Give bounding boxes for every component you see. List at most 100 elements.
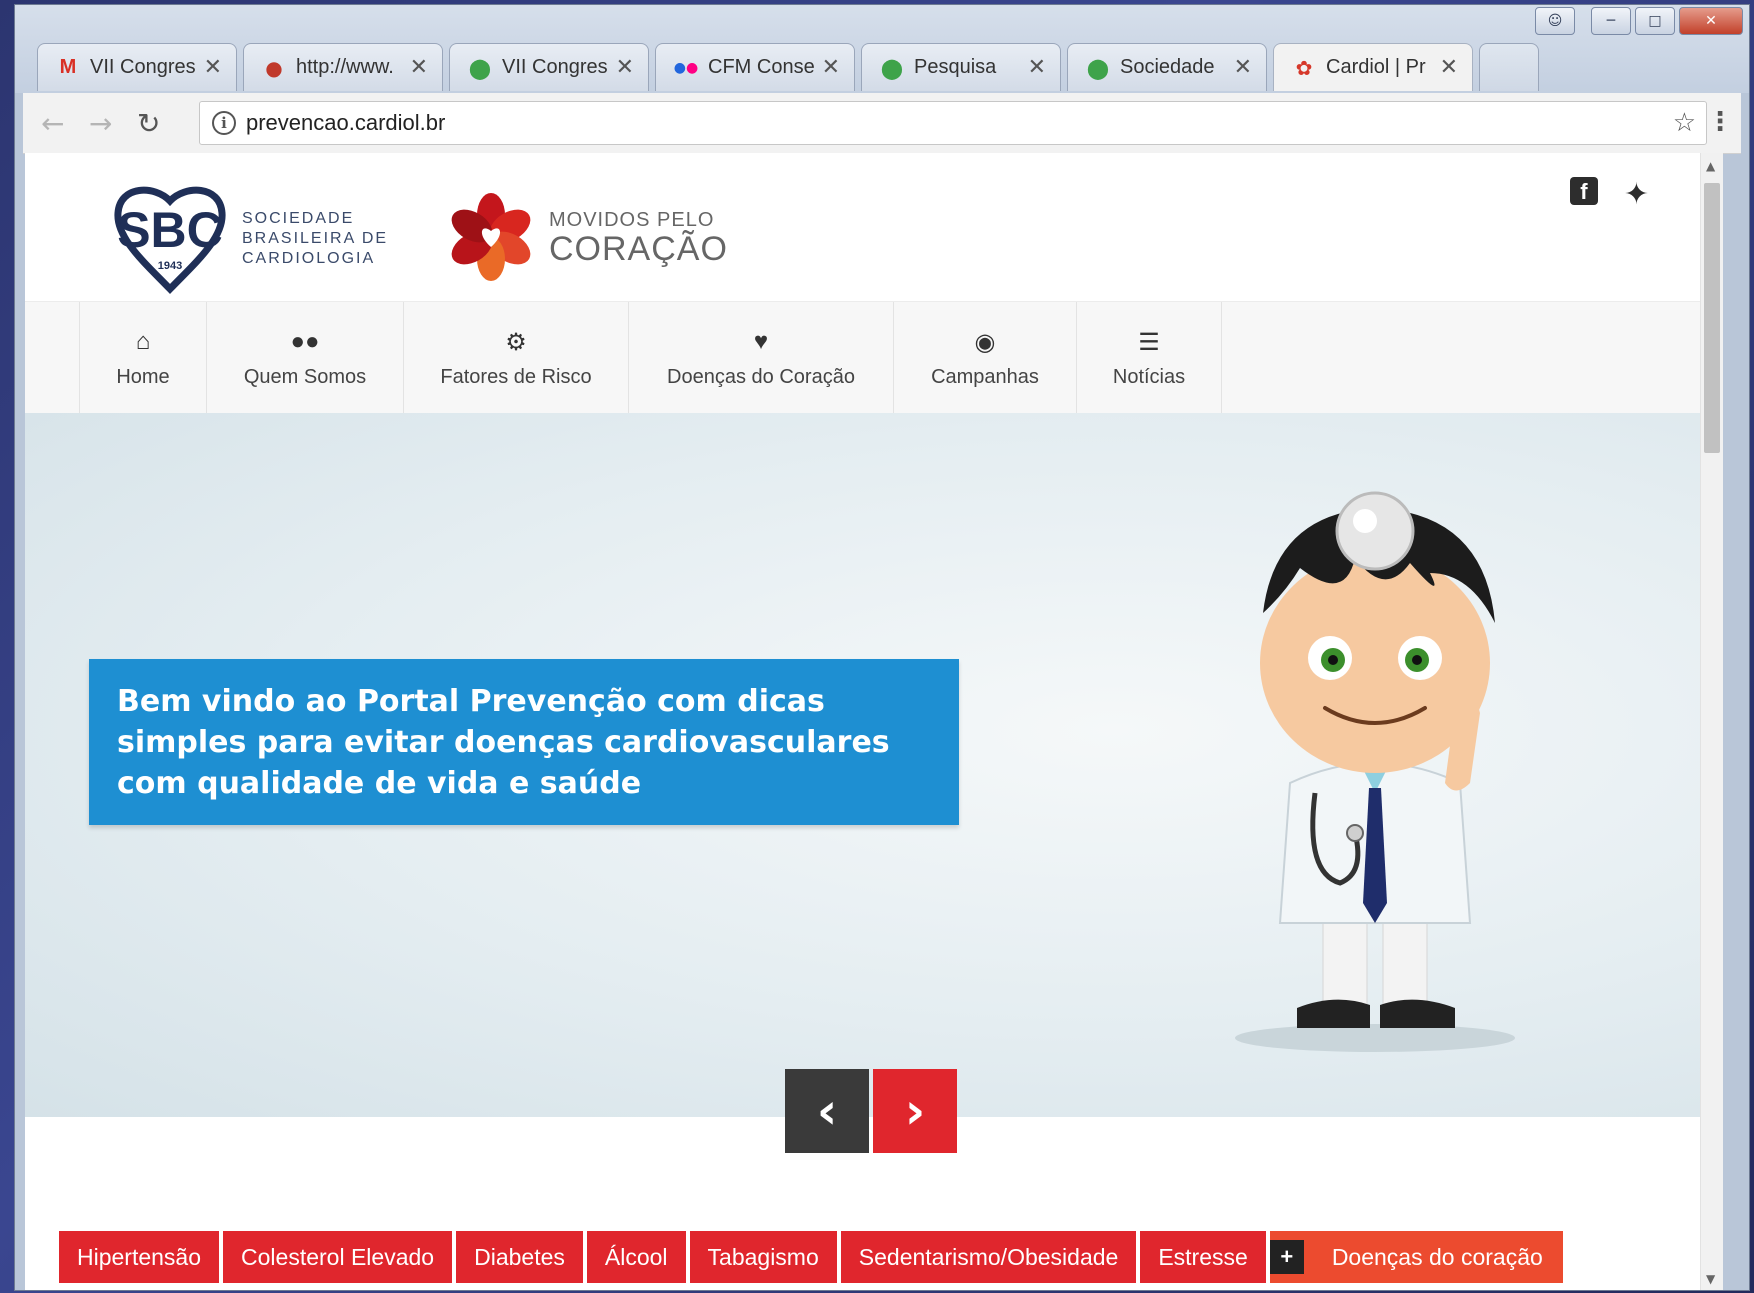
plus-icon: + <box>1269 1240 1304 1274</box>
sbc-line-1: SOCIEDADE <box>242 210 355 227</box>
nav-item-fatores-de-risco[interactable]: ⚙ Fatores de Risco <box>403 302 628 414</box>
close-tab-icon[interactable]: ✕ <box>822 55 840 80</box>
sbc-logo[interactable]: SBC 1943 SOCIEDADE BRASILEIRA DE CARDIOL… <box>110 183 388 295</box>
nav-item-noticias[interactable]: ☰ Notícias <box>1076 302 1222 414</box>
nav-label: Campanhas <box>931 365 1039 388</box>
movidos-pelo-coracao-logo[interactable]: MOVIDOS PELO CORAÇÃO <box>445 191 728 283</box>
category-button[interactable]: Estresse <box>1140 1231 1266 1283</box>
campaign-line-2: CORAÇÃO <box>549 229 728 268</box>
hero-slider: Bem vindo ao Portal Prevenção com dicas … <box>25 413 1701 1117</box>
category-button[interactable]: Tabagismo <box>689 1231 837 1283</box>
category-button[interactable]: Diabetes <box>456 1231 583 1283</box>
nav-label: Quem Somos <box>243 365 367 388</box>
tab-title: http://www. <box>296 56 394 78</box>
tab[interactable]: M VII Congres ✕ <box>37 43 237 91</box>
slider-prev-button[interactable]: ‹ <box>785 1069 869 1153</box>
nav-item-home[interactable]: ⌂ Home <box>79 302 206 414</box>
tab[interactable]: ⬤ VII Congres ✕ <box>449 43 649 91</box>
scroll-thumb[interactable] <box>1704 183 1720 453</box>
tab-strip: M VII Congres ✕ ● http://www. ✕ ⬤ VII Co… <box>37 43 1545 91</box>
close-tab-icon[interactable]: ✕ <box>1028 55 1046 80</box>
tab[interactable]: ● ● CFM Conse ✕ <box>655 43 855 91</box>
tab-title: CFM Conse <box>708 56 815 78</box>
sbc-year: 1943 <box>158 260 182 272</box>
close-tab-icon[interactable]: ✕ <box>410 55 428 80</box>
new-tab-button[interactable] <box>1479 43 1539 91</box>
address-bar[interactable]: i prevencao.cardiol.br ☆ <box>199 101 1707 145</box>
gears-icon: ⚙ <box>505 328 527 356</box>
bookmark-star-icon[interactable]: ☆ <box>1673 108 1696 138</box>
more-category-button[interactable]: + Doenças do coração <box>1269 1231 1563 1283</box>
nav-label: Notícias <box>1112 365 1186 388</box>
nav-items: ⌂ Home ●● Quem Somos ⚙ Fatores de Risco … <box>79 302 1222 414</box>
tab[interactable]: ⬤ Sociedade ✕ <box>1067 43 1267 91</box>
flower-heart-icon: ✿ <box>1295 55 1313 80</box>
scroll-down-icon[interactable]: ▼ <box>1706 1272 1715 1286</box>
close-tab-icon[interactable]: ✕ <box>1440 55 1458 80</box>
tab-active[interactable]: ✿ Cardiol | Pr ✕ <box>1273 43 1473 91</box>
category-button[interactable]: Hipertensão <box>59 1231 220 1283</box>
forward-arrow-icon[interactable]: → <box>89 107 112 140</box>
more-category-label: Doenças do coração <box>1331 1243 1543 1270</box>
browser-window: ☺ ─ □ ✕ M VII Congres ✕ ● http://www. ✕ … <box>14 4 1750 1291</box>
twitter-icon[interactable]: ✦ <box>1624 177 1649 212</box>
category-button[interactable]: Sedentarismo/Obesidade <box>840 1231 1137 1283</box>
tab-title: VII Congres <box>502 56 608 78</box>
category-button[interactable]: Colesterol Elevado <box>223 1231 453 1283</box>
profile-icon: ● <box>265 55 283 80</box>
nav-label: Doenças do Coração <box>667 365 855 388</box>
facebook-icon[interactable]: f <box>1569 177 1598 205</box>
title-bar: ☺ ─ □ ✕ M VII Congres ✕ ● http://www. ✕ … <box>15 5 1749 93</box>
social-links: f ✦ <box>1569 177 1649 212</box>
nav-label: Home <box>116 365 170 388</box>
shield-icon: ⬤ <box>1086 55 1110 80</box>
close-tab-icon[interactable]: ✕ <box>1234 55 1252 80</box>
doctor-illustration <box>1205 453 1545 1057</box>
sbc-name: SOCIEDADE BRASILEIRA DE CARDIOLOGIA <box>242 209 388 269</box>
flickr-icon: ● ● <box>673 59 699 76</box>
sbc-line-2: BRASILEIRA DE <box>242 230 389 247</box>
gmail-icon: M <box>59 56 77 78</box>
tab[interactable]: ● http://www. ✕ <box>243 43 443 91</box>
maximize-button[interactable]: □ <box>1635 7 1675 35</box>
window-controls: ☺ ─ □ ✕ <box>1535 7 1743 35</box>
list-icon: ☰ <box>1138 328 1160 356</box>
sbc-line-3: CARDIOLOGIA <box>242 250 376 267</box>
close-tab-icon[interactable]: ✕ <box>204 55 222 80</box>
shield-icon: ⬤ <box>468 55 492 80</box>
profile-button[interactable]: ☺ <box>1535 7 1575 35</box>
vertical-scrollbar[interactable]: ▲ ▼ <box>1700 153 1723 1290</box>
home-icon: ⌂ <box>135 327 151 355</box>
tab[interactable]: ⬤ Pesquisa ✕ <box>861 43 1061 91</box>
chevron-left-icon: ‹ <box>816 1082 838 1140</box>
tab-title: Pesquisa <box>914 56 997 78</box>
hero-message: Bem vindo ao Portal Prevenção com dicas … <box>89 659 959 825</box>
browser-toolbar: ← → ↻ i prevencao.cardiol.br ☆ ⋮ <box>23 93 1741 154</box>
close-tab-icon[interactable]: ✕ <box>616 55 634 80</box>
scroll-up-icon[interactable]: ▲ <box>1706 159 1715 173</box>
info-icon[interactable]: i <box>212 111 236 135</box>
nav-item-campanhas[interactable]: ◉ Campanhas <box>893 302 1076 414</box>
sbc-abbr: SBC <box>117 202 223 258</box>
nav-item-doencas-do-coracao[interactable]: ♥ Doenças do Coração <box>628 302 893 414</box>
sbc-heart-emblem: SBC 1943 <box>110 183 230 295</box>
chevron-right-icon: › <box>904 1082 926 1140</box>
close-window-button[interactable]: ✕ <box>1679 7 1743 35</box>
nav-item-quem-somos[interactable]: ●● Quem Somos <box>206 302 403 414</box>
minimize-button[interactable]: ─ <box>1591 7 1631 35</box>
site-header: SBC 1943 SOCIEDADE BRASILEIRA DE CARDIOL… <box>25 153 1701 301</box>
web-page: SBC 1943 SOCIEDADE BRASILEIRA DE CARDIOL… <box>25 153 1701 1290</box>
shield-icon: ⬤ <box>880 55 904 80</box>
campaign-line-1: MOVIDOS PELO <box>549 208 715 231</box>
back-arrow-icon[interactable]: ← <box>41 107 64 140</box>
slider-controls: ‹ › <box>785 1069 957 1153</box>
category-button[interactable]: Álcool <box>586 1231 686 1283</box>
menu-dots-icon[interactable]: ⋮ <box>1707 107 1733 137</box>
tab-title: Cardiol | Pr <box>1326 56 1426 78</box>
tab-title: Sociedade <box>1120 56 1215 78</box>
reload-icon[interactable]: ↻ <box>137 107 160 140</box>
slider-next-button[interactable]: › <box>873 1069 957 1153</box>
nav-label: Fatores de Risco <box>440 365 592 388</box>
url-text: prevencao.cardiol.br <box>246 110 446 135</box>
heart-icon: ♥ <box>753 327 769 355</box>
